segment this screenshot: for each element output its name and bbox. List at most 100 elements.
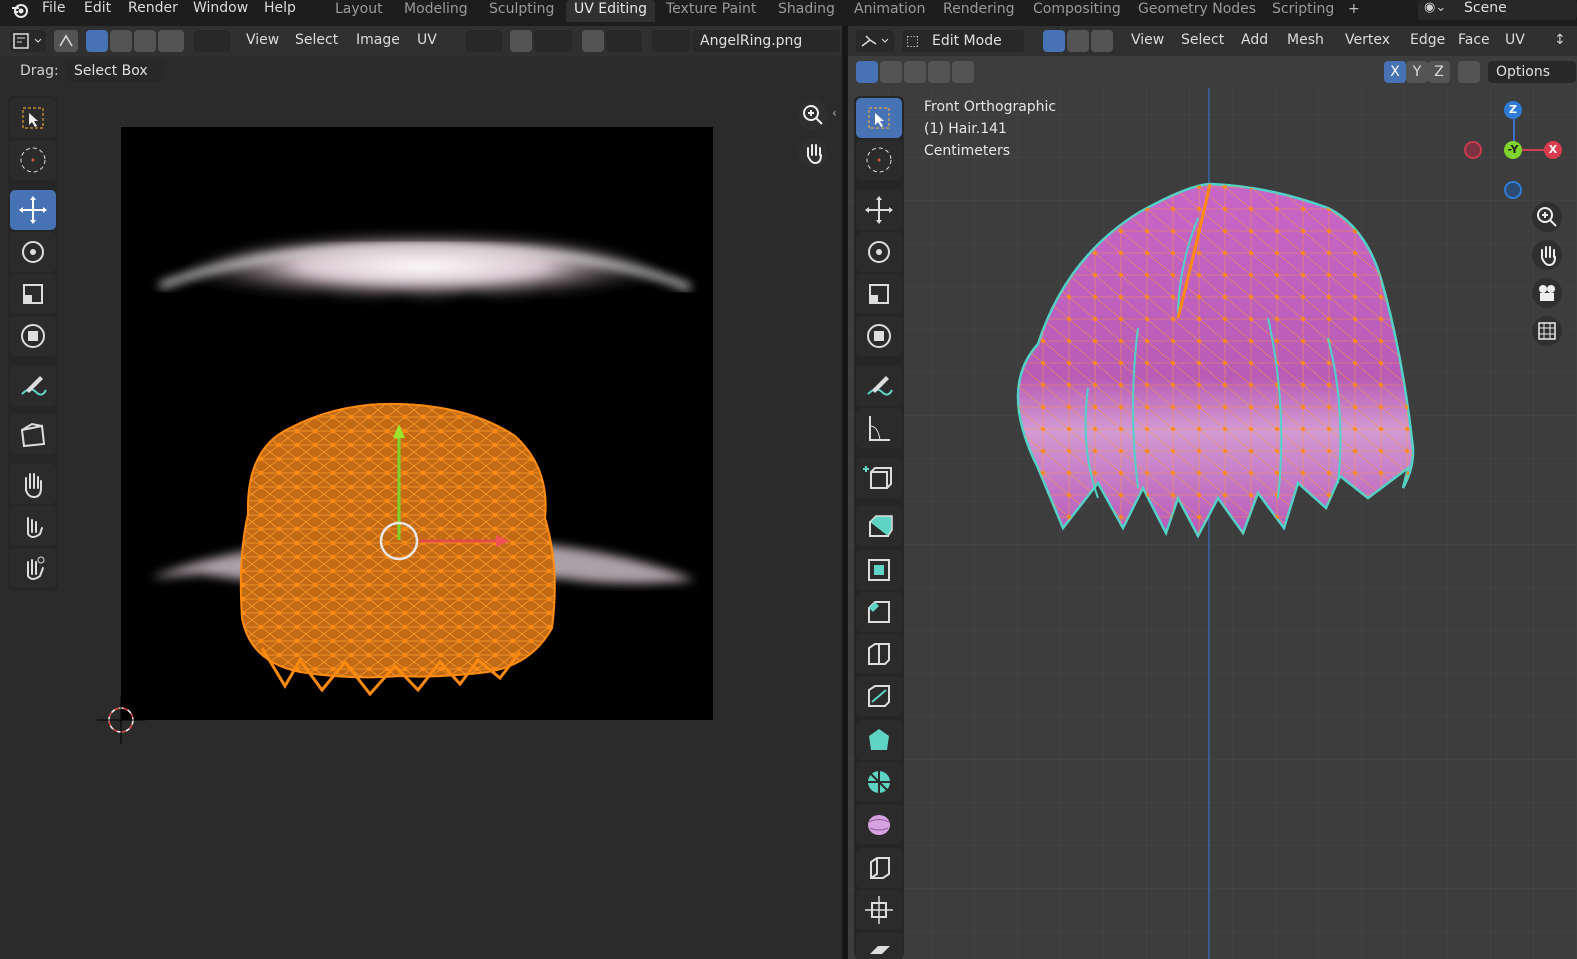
edge-slide-tool-icon[interactable] [856, 848, 902, 888]
menu-uv[interactable]: UV [417, 32, 437, 48]
uv-editor: View Select Image UV AngelRing.png Drag:… [0, 26, 842, 959]
menu-file[interactable]: File [42, 0, 65, 20]
camera-icon[interactable] [1532, 278, 1562, 308]
grid-icon[interactable] [1532, 316, 1562, 346]
mirror-z-toggle[interactable]: Z [1428, 61, 1450, 83]
editor-type-dropdown[interactable] [10, 30, 46, 52]
smooth-tool-icon[interactable] [856, 804, 902, 844]
select-subtract-icon[interactable] [904, 61, 926, 83]
menu-view[interactable]: View [246, 32, 279, 48]
tab-compositing[interactable]: Compositing [1025, 0, 1129, 22]
select-extend-icon[interactable] [880, 61, 902, 83]
scene-name: Scene [1464, 0, 1507, 16]
vertex-select-mode-icon[interactable] [86, 30, 108, 52]
scene-selector[interactable]: ◉⌄ Scene [1418, 0, 1577, 20]
shrink-fatten-tool-icon[interactable] [856, 890, 902, 930]
editor-type-3d-icon[interactable] [856, 30, 894, 52]
select-new-icon[interactable] [856, 61, 878, 83]
menu-render[interactable]: Render [128, 0, 178, 20]
menu-edit[interactable]: Edit [84, 0, 111, 20]
menu-image[interactable]: Image [356, 32, 400, 48]
face-select-mode-icon[interactable] [1091, 30, 1113, 52]
mirror-y-toggle[interactable]: Y [1406, 61, 1428, 83]
add-cube-tool-icon[interactable] [856, 458, 902, 498]
viewport-grid[interactable] [848, 88, 1577, 959]
tab-rendering[interactable]: Rendering [935, 0, 1023, 22]
tab-shading[interactable]: Shading [770, 0, 843, 22]
knife-tool-icon[interactable] [856, 676, 902, 716]
gizmo-neg-z-axis[interactable] [1504, 181, 1522, 199]
menu-help[interactable]: Help [264, 0, 296, 20]
tab-sculpting[interactable]: Sculpting [481, 0, 562, 22]
edge-select-mode-icon[interactable] [1067, 30, 1089, 52]
rotate-tool-icon[interactable] [856, 232, 902, 272]
select-box-tool-icon[interactable] [856, 98, 902, 138]
sticky-selection-dropdown[interactable] [194, 30, 230, 52]
drag-select-box-dropdown[interactable]: Select Box [66, 60, 164, 82]
topology-mirror-icon[interactable] [1458, 61, 1480, 83]
gizmo-x-axis[interactable]: X [1544, 141, 1562, 159]
options-dropdown[interactable]: Options [1488, 61, 1576, 83]
proportional-edit-icon[interactable] [582, 30, 604, 52]
menu-uv[interactable]: UV [1505, 32, 1525, 48]
snap-icon[interactable] [510, 30, 532, 52]
annotate-tool-icon[interactable] [856, 366, 902, 406]
scene-icon: ◉⌄ [1424, 0, 1447, 15]
vertex-select-mode-icon[interactable] [1043, 30, 1065, 52]
uv-canvas[interactable] [0, 88, 842, 959]
falloff-dropdown[interactable] [606, 30, 642, 52]
mirror-icon[interactable] [1360, 61, 1382, 83]
measure-tool-icon[interactable] [856, 408, 902, 448]
zoom-icon[interactable] [1532, 202, 1562, 232]
menu-face[interactable]: Face [1458, 32, 1490, 48]
move-tool-icon[interactable] [856, 190, 902, 230]
select-invert-icon[interactable] [928, 61, 950, 83]
image-browse-icon[interactable] [652, 30, 690, 52]
edit-mode-icon: ⬚ [906, 33, 920, 49]
gizmo-neg-x-axis[interactable] [1464, 141, 1482, 159]
units-label: Centimeters [924, 143, 1011, 159]
tab-layout[interactable]: Layout [327, 0, 391, 22]
scale-tool-icon[interactable] [856, 274, 902, 314]
gizmo-z-axis[interactable]: Z [1504, 101, 1522, 119]
image-name-field[interactable]: AngelRing.png [692, 30, 840, 52]
poly-build-tool-icon[interactable] [856, 720, 902, 760]
menu-mesh[interactable]: Mesh [1287, 32, 1324, 48]
pan-hand-icon[interactable] [1532, 240, 1562, 270]
tab-modeling[interactable]: Modeling [396, 0, 476, 22]
menu-edge[interactable]: Edge [1410, 32, 1445, 48]
viewport-header: ⬚ Edit Mode ⌄ View Select Add Mesh Verte… [848, 26, 1577, 56]
transform-tool-icon[interactable] [856, 316, 902, 356]
select-intersect-icon[interactable] [952, 61, 974, 83]
cursor-tool-icon[interactable] [856, 140, 902, 180]
tab-uv-editing[interactable]: UV Editing [566, 0, 656, 22]
face-select-mode-icon[interactable] [134, 30, 156, 52]
menu-vertex[interactable]: Vertex [1345, 32, 1390, 48]
blender-logo-icon[interactable] [10, 1, 30, 19]
tab-geometry-nodes[interactable]: Geometry Nodes [1130, 0, 1264, 22]
menu-select[interactable]: Select [1181, 32, 1224, 48]
extrude-tool-icon[interactable] [856, 506, 902, 546]
loop-cut-tool-icon[interactable] [856, 634, 902, 674]
pivot-point-dropdown[interactable] [466, 30, 502, 52]
spin-tool-icon[interactable] [856, 762, 902, 802]
gizmo-neg-y-axis[interactable]: -Y [1504, 141, 1522, 159]
mirror-x-toggle[interactable]: X [1384, 61, 1406, 83]
rip-tool-icon[interactable] [856, 932, 902, 959]
inset-tool-icon[interactable] [856, 550, 902, 590]
menu-window[interactable]: Window [193, 0, 248, 20]
transform-orientation-icon[interactable]: ↕ [1554, 32, 1566, 48]
mode-dropdown[interactable]: ⬚ Edit Mode ⌄ [902, 30, 1081, 52]
tab-texture-paint[interactable]: Texture Paint [658, 0, 764, 22]
island-select-mode-icon[interactable] [158, 30, 184, 52]
tab-animation[interactable]: Animation [846, 0, 933, 22]
add-workspace-button[interactable]: + [1340, 0, 1368, 22]
menu-add[interactable]: Add [1241, 32, 1268, 48]
menu-view[interactable]: View [1131, 32, 1164, 48]
snap-target-dropdown[interactable] [534, 30, 572, 52]
tab-scripting[interactable]: Scripting [1264, 0, 1342, 22]
edge-select-mode-icon[interactable] [110, 30, 132, 52]
bevel-tool-icon[interactable] [856, 592, 902, 632]
sync-selection-icon[interactable] [54, 30, 78, 52]
menu-select[interactable]: Select [295, 32, 338, 48]
